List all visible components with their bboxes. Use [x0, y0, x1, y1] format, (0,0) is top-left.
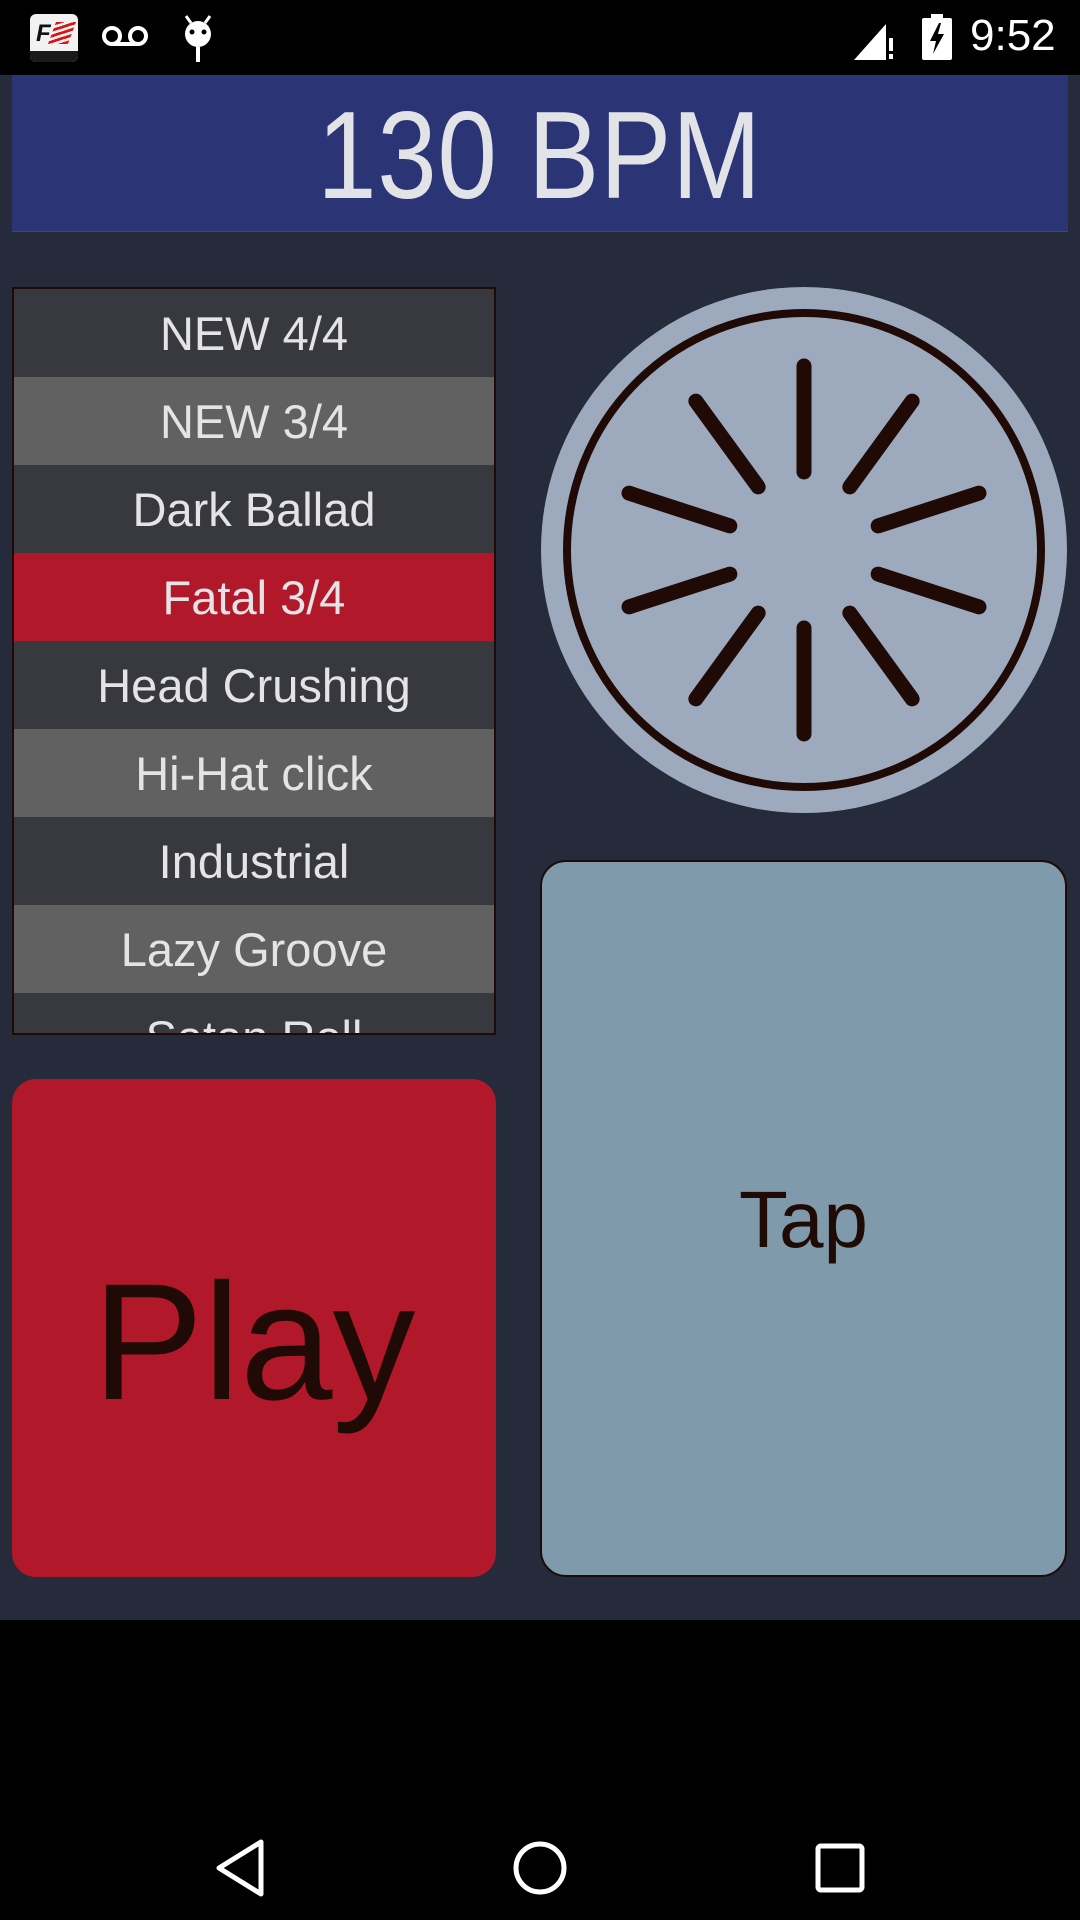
pattern-item[interactable]: Head Crushing — [14, 641, 494, 729]
pattern-item-label: Satan Roll — [146, 1010, 363, 1034]
nav-recents-button[interactable] — [800, 1832, 880, 1904]
tap-label: Tap — [739, 1174, 868, 1264]
play-label: Play — [92, 1250, 416, 1435]
pattern-list[interactable]: NEW 4/4 NEW 3/4 Dark Ballad Fatal 3/4 Head C… — [12, 287, 496, 1035]
nav-home-button[interactable] — [500, 1832, 580, 1904]
pattern-item[interactable]: Lazy Groove — [14, 905, 494, 993]
pattern-item-label: Fatal 3/4 — [162, 570, 346, 624]
pattern-item[interactable]: NEW 4/4 — [14, 289, 494, 377]
pattern-item-label: Industrial — [158, 834, 350, 888]
pattern-item-label: NEW 4/4 — [159, 306, 349, 360]
metronome-app: 130 BPM NEW 4/4 NEW 3/4 Dark Ballad Fatal 3… — [0, 75, 1080, 1620]
bpm-display-bar[interactable]: 130 BPM — [12, 75, 1068, 232]
signal-no-sim-icon — [854, 24, 893, 60]
pattern-item-label: Hi-Hat click — [135, 746, 373, 800]
pattern-item[interactable]: Satan Roll — [14, 993, 494, 1034]
pattern-item[interactable]: Dark Ballad — [14, 465, 494, 553]
android-debug-icon — [184, 15, 212, 62]
status-bar: F 9:52 — [0, 0, 1080, 75]
tempo-dial-icon[interactable] — [541, 287, 1067, 813]
tap-tempo-button[interactable]: Tap — [540, 860, 1067, 1577]
pattern-item-label: Head Crushing — [97, 658, 411, 712]
bpm-value: 130 BPM — [317, 87, 763, 225]
f1-app-icon: F — [30, 14, 78, 62]
home-icon — [513, 1841, 567, 1895]
play-button[interactable]: Play — [12, 1079, 496, 1577]
nav-back-button[interactable] — [201, 1832, 281, 1904]
back-icon — [216, 1839, 264, 1897]
pattern-item-label: Dark Ballad — [132, 482, 376, 536]
recents-icon — [815, 1843, 865, 1893]
navigation-bar — [0, 1620, 1080, 1920]
voicemail-icon — [102, 26, 148, 46]
pattern-item[interactable]: Hi-Hat click — [14, 729, 494, 817]
battery-charging-icon — [922, 14, 952, 60]
pattern-item-selected[interactable]: Fatal 3/4 — [14, 553, 494, 641]
pattern-item[interactable]: Industrial — [14, 817, 494, 905]
pattern-item[interactable]: NEW 3/4 — [14, 377, 494, 465]
status-clock: 9:52 — [970, 11, 1056, 60]
pattern-item-label: Lazy Groove — [120, 922, 388, 976]
pattern-item-label: NEW 3/4 — [159, 394, 349, 448]
